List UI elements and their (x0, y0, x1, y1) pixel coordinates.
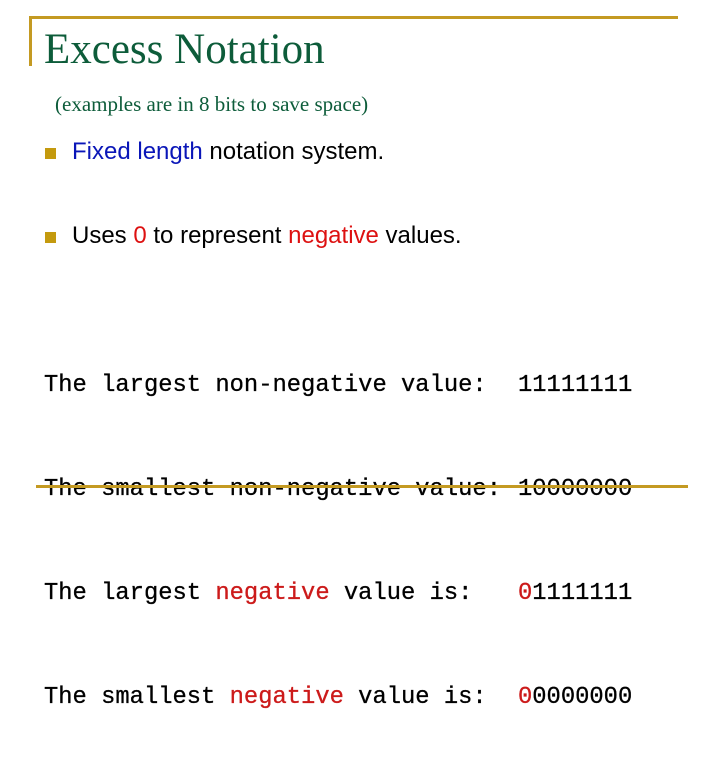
highlight-red-text: 0 (133, 222, 147, 249)
example-label: The smallest negative value is: (44, 681, 518, 716)
label-text: value is: (343, 683, 487, 711)
value-highlight: 0 (518, 683, 533, 711)
footer-rule (36, 485, 688, 488)
plain-text: Uses (72, 222, 134, 249)
highlight-red-text: negative (288, 222, 379, 249)
label-text: The smallest (44, 683, 230, 711)
example-value: 10000000 (518, 473, 633, 508)
example-row: The largest negative value is: 01111111 (44, 577, 633, 612)
example-row: The smallest non-negative value: 10000000 (44, 473, 633, 508)
example-row: The largest non-negative value: 11111111 (44, 369, 633, 404)
slide-subtitle: (examples are in 8 bits to save space) (55, 92, 369, 116)
value-text: 1111111 (532, 579, 633, 607)
title-rule-top (29, 16, 678, 19)
square-bullet-icon (45, 148, 56, 159)
label-text: The largest (44, 579, 216, 607)
label-text: The smallest (44, 475, 230, 503)
value-text: 0000000 (532, 683, 633, 711)
label-highlight: negative (215, 579, 330, 607)
label-text: The largest (44, 372, 216, 400)
example-label: The smallest non-negative value: (44, 473, 518, 508)
label-text: non-negative value: (215, 372, 487, 400)
plain-text: notation system. (202, 138, 385, 165)
example-label: The largest negative value is: (44, 577, 518, 612)
example-value: 00000000 (518, 681, 633, 716)
example-value: 11111111 (518, 369, 633, 404)
example-value: 01111111 (518, 577, 633, 612)
label-highlight: negative (229, 683, 345, 711)
example-label: The largest non-negative value: (44, 369, 518, 404)
examples-block: The largest non-negative value: 11111111 … (44, 300, 633, 784)
plain-text: to represent (146, 222, 289, 249)
value-text: 11111111 (518, 372, 633, 400)
value-text: 10000000 (518, 475, 633, 503)
highlight-blue-text: Fixed length (72, 138, 203, 165)
slide-title: Excess Notation (44, 26, 325, 73)
label-text: non-negative value: (229, 475, 502, 503)
bullet-text: Uses 0 to represent negative values. (72, 221, 462, 251)
bullet-text: Fixed length notation system. (72, 137, 384, 167)
value-highlight: 0 (518, 579, 533, 607)
title-rule-left (29, 16, 32, 66)
example-row: The smallest negative value is: 00000000 (44, 681, 633, 716)
square-bullet-icon (45, 232, 56, 243)
plain-text: values. (378, 222, 462, 249)
label-text: value is: (329, 579, 473, 607)
